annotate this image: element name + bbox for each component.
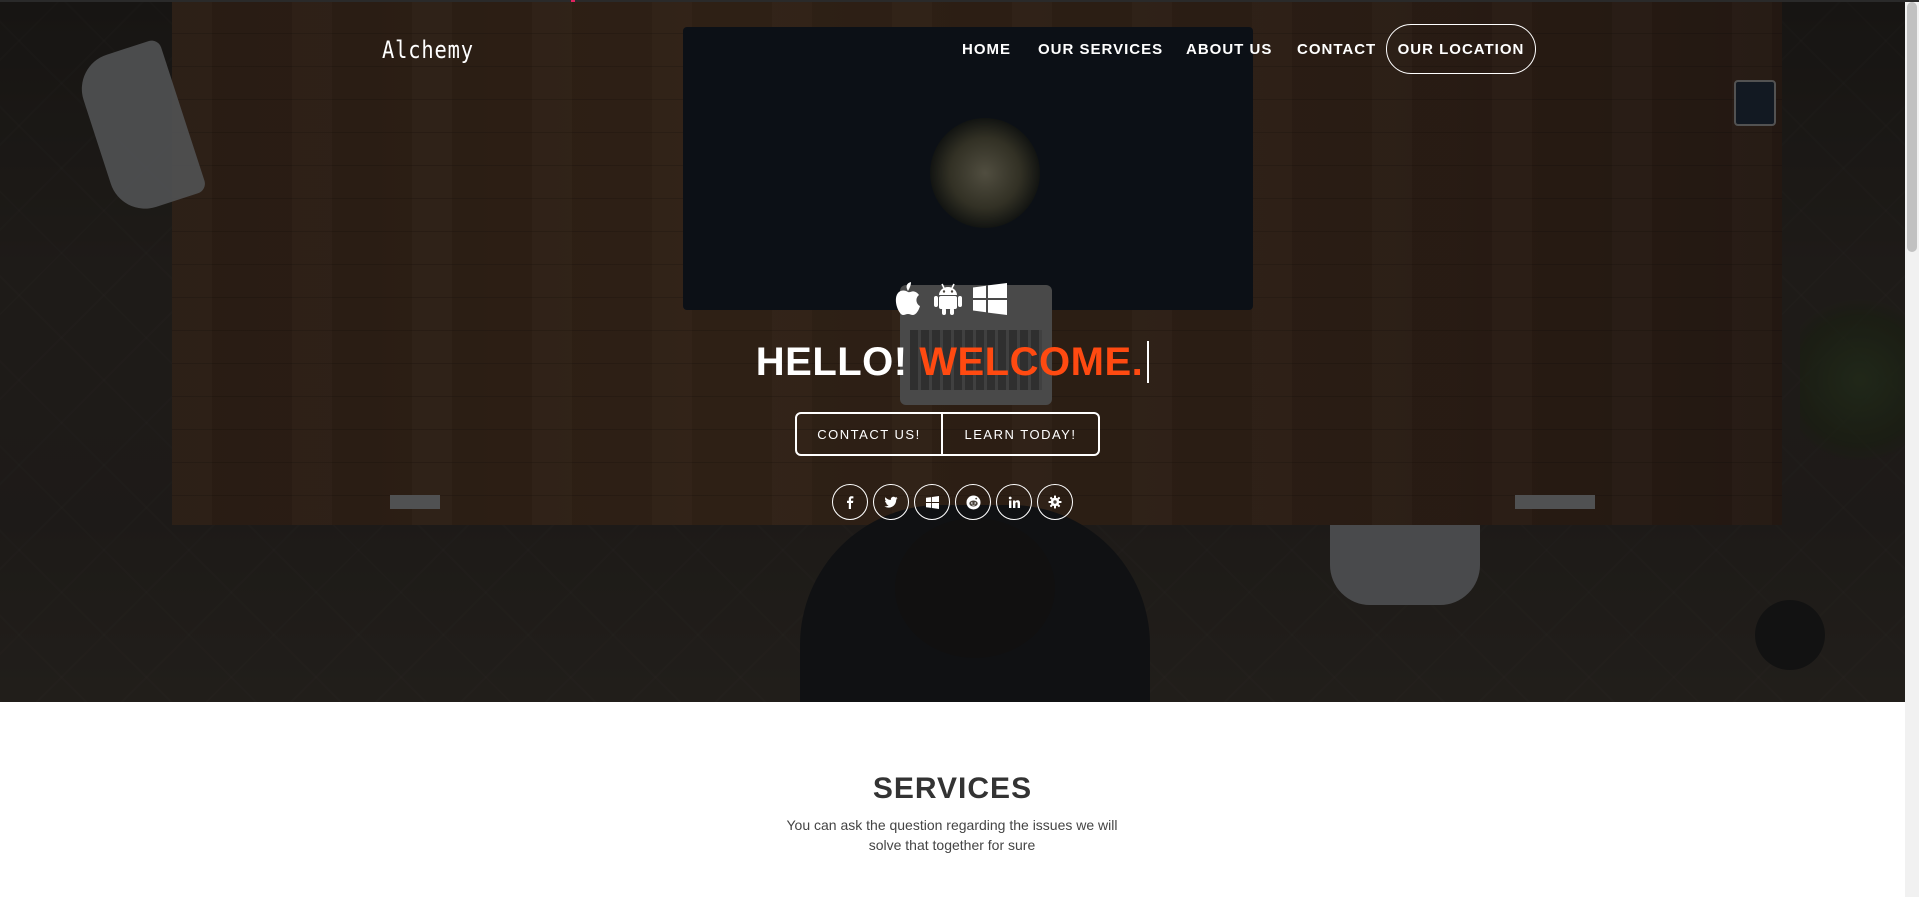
scrollbar-thumb[interactable] — [1907, 2, 1917, 252]
gear-icon[interactable] — [1037, 484, 1073, 520]
headline-accent: WELCOME. — [919, 340, 1144, 384]
services-subtitle: You can ask the question regarding the i… — [786, 817, 1118, 853]
windows-icon[interactable] — [914, 484, 950, 520]
linkedin-icon[interactable] — [996, 484, 1032, 520]
loading-indicator — [571, 0, 575, 2]
facebook-icon[interactable] — [832, 484, 868, 520]
window-top-border — [0, 0, 1919, 2]
windows-icon — [973, 283, 1007, 315]
page-scrollbar[interactable] — [1905, 0, 1919, 897]
twitter-icon[interactable] — [873, 484, 909, 520]
learn-today-button[interactable]: LEARN TODAY! — [943, 412, 1100, 456]
reddit-icon[interactable] — [955, 484, 991, 520]
typing-caret — [1147, 341, 1150, 383]
headline-prefix: HELLO! — [755, 340, 908, 384]
hero-headline: HELLO! WELCOME. — [0, 340, 1905, 385]
hero-content: HELLO! WELCOME. CONTACT US! LEARN TODAY! — [0, 0, 1905, 702]
hero-button-group: CONTACT US! LEARN TODAY! — [795, 412, 1100, 456]
contact-us-button[interactable]: CONTACT US! — [795, 412, 943, 456]
social-links — [832, 484, 1073, 520]
apple-icon — [893, 282, 923, 316]
platform-icons — [893, 282, 1007, 316]
services-section: SERVICES You can ask the question regard… — [0, 702, 1905, 897]
services-title: SERVICES — [872, 772, 1033, 805]
android-icon — [933, 282, 963, 316]
